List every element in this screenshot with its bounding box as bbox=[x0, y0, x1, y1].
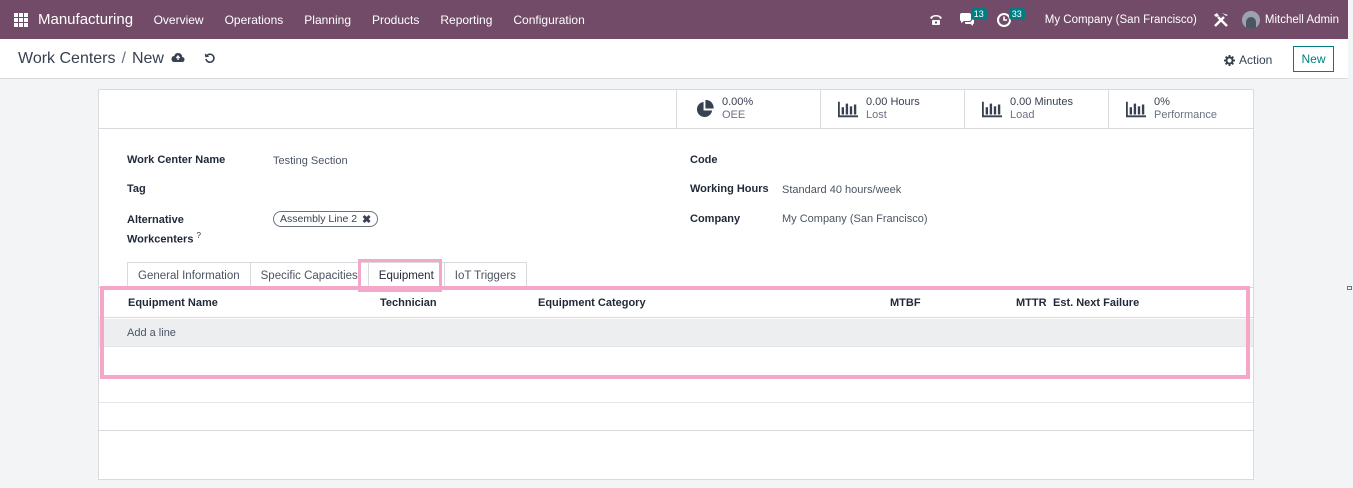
notebook-tabs: General Information Specific Capacities … bbox=[127, 262, 527, 288]
phone-icon[interactable] bbox=[929, 13, 943, 26]
remove-tag-icon[interactable]: ✖ bbox=[362, 213, 371, 226]
tools-icon[interactable] bbox=[1213, 12, 1229, 28]
alternative-workcenters-label: Alternative Workcenters ? bbox=[127, 212, 201, 248]
user-name[interactable]: Mitchell Admin bbox=[1265, 14, 1339, 26]
pie-chart-icon bbox=[694, 99, 714, 119]
menu-planning[interactable]: Planning bbox=[294, 13, 362, 27]
alt-label-line2: Workcenters bbox=[127, 233, 194, 246]
bar-chart-icon bbox=[982, 101, 1002, 118]
oee-label: OEE bbox=[722, 109, 746, 121]
work-center-name-label: Work Center Name bbox=[127, 154, 226, 166]
tag-input[interactable] bbox=[273, 183, 503, 197]
company-switcher[interactable]: My Company (San Francisco) bbox=[1045, 14, 1197, 26]
lost-value: 0.00 Hours bbox=[866, 96, 920, 108]
working-hours-label: Working Hours bbox=[690, 183, 769, 195]
help-tooltip-icon[interactable]: ? bbox=[197, 231, 201, 240]
table-row-divider bbox=[99, 402, 1253, 403]
action-button[interactable]: Action bbox=[1224, 53, 1272, 67]
alt-tag-label: Assembly Line 2 bbox=[280, 213, 358, 225]
performance-value: 0% bbox=[1154, 96, 1170, 108]
menu-operations[interactable]: Operations bbox=[214, 13, 294, 27]
breadcrumb-separator: / bbox=[121, 50, 126, 67]
stat-oee-button[interactable]: 0.00% OEE bbox=[676, 90, 820, 128]
company-input[interactable]: My Company (San Francisco) bbox=[782, 213, 928, 225]
stat-buttons-bar: 0.00% OEE 0.00 Hours Lost 0.00 Minutes Load… bbox=[99, 90, 1253, 129]
menu-products[interactable]: Products bbox=[362, 13, 430, 27]
discard-undo-icon[interactable] bbox=[204, 52, 216, 67]
top-navbar: Manufacturing Overview Operations Planni… bbox=[0, 0, 1348, 39]
performance-label: Performance bbox=[1154, 109, 1217, 121]
messages-icon[interactable]: 13 bbox=[959, 7, 987, 27]
form-sheet: 0.00% OEE 0.00 Hours Lost 0.00 Minutes Load… bbox=[98, 89, 1254, 480]
activities-badge: 33 bbox=[1008, 7, 1025, 20]
menu-reporting[interactable]: Reporting bbox=[430, 13, 503, 27]
app-name[interactable]: Manufacturing bbox=[38, 11, 133, 28]
activity-clock-icon[interactable]: 33 bbox=[996, 7, 1025, 27]
lost-label: Lost bbox=[866, 109, 887, 121]
menu-overview[interactable]: Overview bbox=[143, 13, 214, 27]
oee-value: 0.00% bbox=[722, 96, 754, 108]
breadcrumb-parent[interactable]: Work Centers bbox=[18, 50, 116, 67]
breadcrumb: Work Centers / New bbox=[18, 50, 164, 68]
highlight-equipment-table bbox=[100, 286, 1250, 379]
cloud-save-icon[interactable] bbox=[171, 52, 185, 66]
bar-chart-icon bbox=[1126, 101, 1146, 118]
code-input[interactable] bbox=[782, 154, 1082, 168]
company-label: Company bbox=[690, 213, 741, 225]
tab-general-information[interactable]: General Information bbox=[127, 262, 251, 288]
table-bottom-divider bbox=[99, 430, 1253, 431]
tag-label: Tag bbox=[127, 183, 146, 195]
new-button[interactable]: New bbox=[1293, 46, 1334, 72]
resize-handle bbox=[1347, 286, 1352, 290]
work-center-name-input[interactable]: Testing Section bbox=[273, 155, 348, 167]
bar-chart-icon bbox=[838, 101, 858, 118]
control-panel: Work Centers / New Action New bbox=[0, 39, 1348, 79]
action-label: Action bbox=[1239, 53, 1273, 67]
user-avatar[interactable] bbox=[1241, 10, 1260, 29]
gear-icon bbox=[1224, 54, 1235, 66]
alt-label-line1: Alternative bbox=[127, 214, 184, 226]
breadcrumb-current: New bbox=[131, 50, 164, 67]
stat-load-button[interactable]: 0.00 Minutes Load bbox=[964, 90, 1108, 128]
alternative-workcenter-tag: Assembly Line 2 ✖ bbox=[273, 211, 379, 227]
menu-configuration[interactable]: Configuration bbox=[503, 13, 595, 27]
messages-badge: 13 bbox=[970, 7, 987, 20]
load-value: 0.00 Minutes bbox=[1010, 96, 1073, 108]
code-label: Code bbox=[690, 154, 718, 166]
tab-iot-triggers[interactable]: IoT Triggers bbox=[443, 262, 527, 288]
tab-specific-capacities[interactable]: Specific Capacities bbox=[249, 262, 369, 288]
working-hours-input[interactable]: Standard 40 hours/week bbox=[782, 184, 901, 196]
stat-performance-button[interactable]: 0% Performance bbox=[1108, 90, 1253, 128]
stat-lost-button[interactable]: 0.00 Hours Lost bbox=[820, 90, 964, 128]
load-label: Load bbox=[1010, 109, 1035, 121]
apps-menu-icon[interactable] bbox=[14, 12, 28, 27]
